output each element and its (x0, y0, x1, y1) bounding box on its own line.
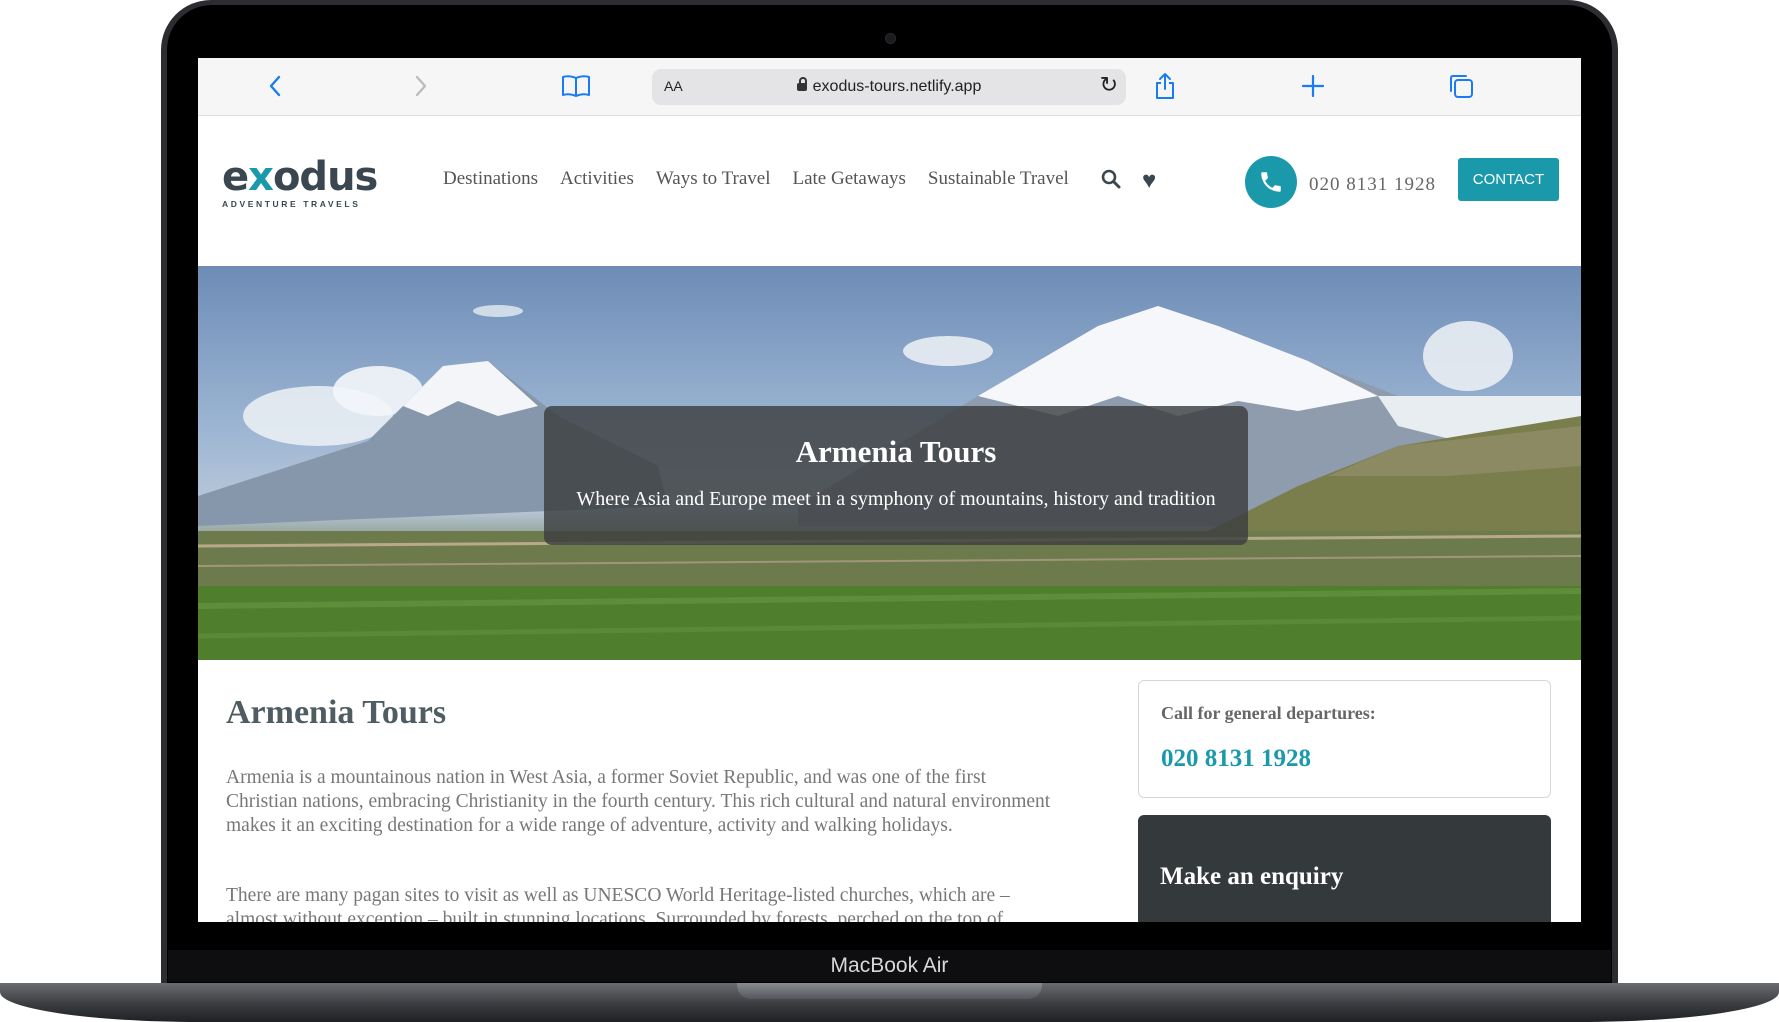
forward-icon[interactable] (406, 66, 436, 106)
favorites-heart-icon[interactable]: ♥ (1142, 167, 1156, 195)
new-tab-icon[interactable] (1298, 66, 1328, 106)
call-box: Call for general departures: 020 8131 19… (1138, 680, 1551, 798)
site-logo[interactable]: exodus ADVENTURE TRAVELS (222, 154, 378, 209)
logo-tagline: ADVENTURE TRAVELS (222, 199, 361, 209)
phone-icon[interactable] (1245, 156, 1297, 208)
hero-title: Armenia Tours (795, 434, 997, 469)
call-phone-number[interactable]: 020 8131 1928 (1161, 745, 1311, 773)
page-title: Armenia Tours (226, 694, 447, 731)
nav-ways-to-travel[interactable]: Ways to Travel (656, 168, 771, 190)
contact-button[interactable]: CONTACT (1458, 158, 1559, 201)
address-bar[interactable]: AA exodus-tours.netlify.app ↻ (652, 69, 1126, 105)
bookmarks-icon[interactable] (558, 66, 594, 106)
nav-activities[interactable]: Activities (560, 168, 634, 190)
main-content: Armenia Tours Armenia is a mountainous n… (198, 660, 1581, 922)
camera-icon (885, 33, 896, 44)
browser-toolbar: AA exodus-tours.netlify.app ↻ (198, 58, 1581, 116)
lock-icon (796, 77, 807, 91)
main-nav: Destinations Activities Ways to Travel L… (443, 168, 1091, 190)
hero-subtitle: Where Asia and Europe meet in a symphony… (576, 488, 1216, 510)
screen: AA exodus-tours.netlify.app ↻ exodus ADV… (198, 58, 1581, 922)
search-icon[interactable] (1101, 169, 1121, 189)
share-icon[interactable] (1150, 66, 1180, 106)
hero-banner: Armenia Tours Where Asia and Europe meet… (198, 266, 1581, 660)
url-field[interactable]: exodus-tours.netlify.app (652, 77, 1126, 96)
tabs-overview-icon[interactable] (1446, 66, 1476, 106)
call-label: Call for general departures: (1161, 703, 1376, 723)
nav-destinations[interactable]: Destinations (443, 168, 538, 190)
site-header: exodus ADVENTURE TRAVELS Destinations Ac… (198, 116, 1581, 264)
nav-sustainable-travel[interactable]: Sustainable Travel (928, 168, 1069, 190)
enquiry-title: Make an enquiry (1160, 863, 1344, 890)
logo-wordmark: exodus (222, 154, 378, 200)
enquiry-panel: Make an enquiry (1138, 815, 1551, 922)
hero-caption-box: Armenia Tours Where Asia and Europe meet… (544, 406, 1248, 545)
intro-paragraph: Armenia is a mountainous nation in West … (226, 767, 1051, 836)
url-text: exodus-tours.netlify.app (812, 78, 982, 95)
device-model-label: MacBook Air (830, 954, 949, 977)
laptop-hinge-notch (737, 983, 1042, 999)
header-phone-number[interactable]: 020 8131 1928 (1309, 174, 1436, 196)
reload-icon[interactable]: ↻ (1100, 72, 1118, 98)
body-paragraph: There are many pagan sites to visit as w… (226, 885, 1010, 922)
back-icon[interactable] (260, 66, 290, 106)
nav-late-getaways[interactable]: Late Getaways (792, 168, 905, 190)
